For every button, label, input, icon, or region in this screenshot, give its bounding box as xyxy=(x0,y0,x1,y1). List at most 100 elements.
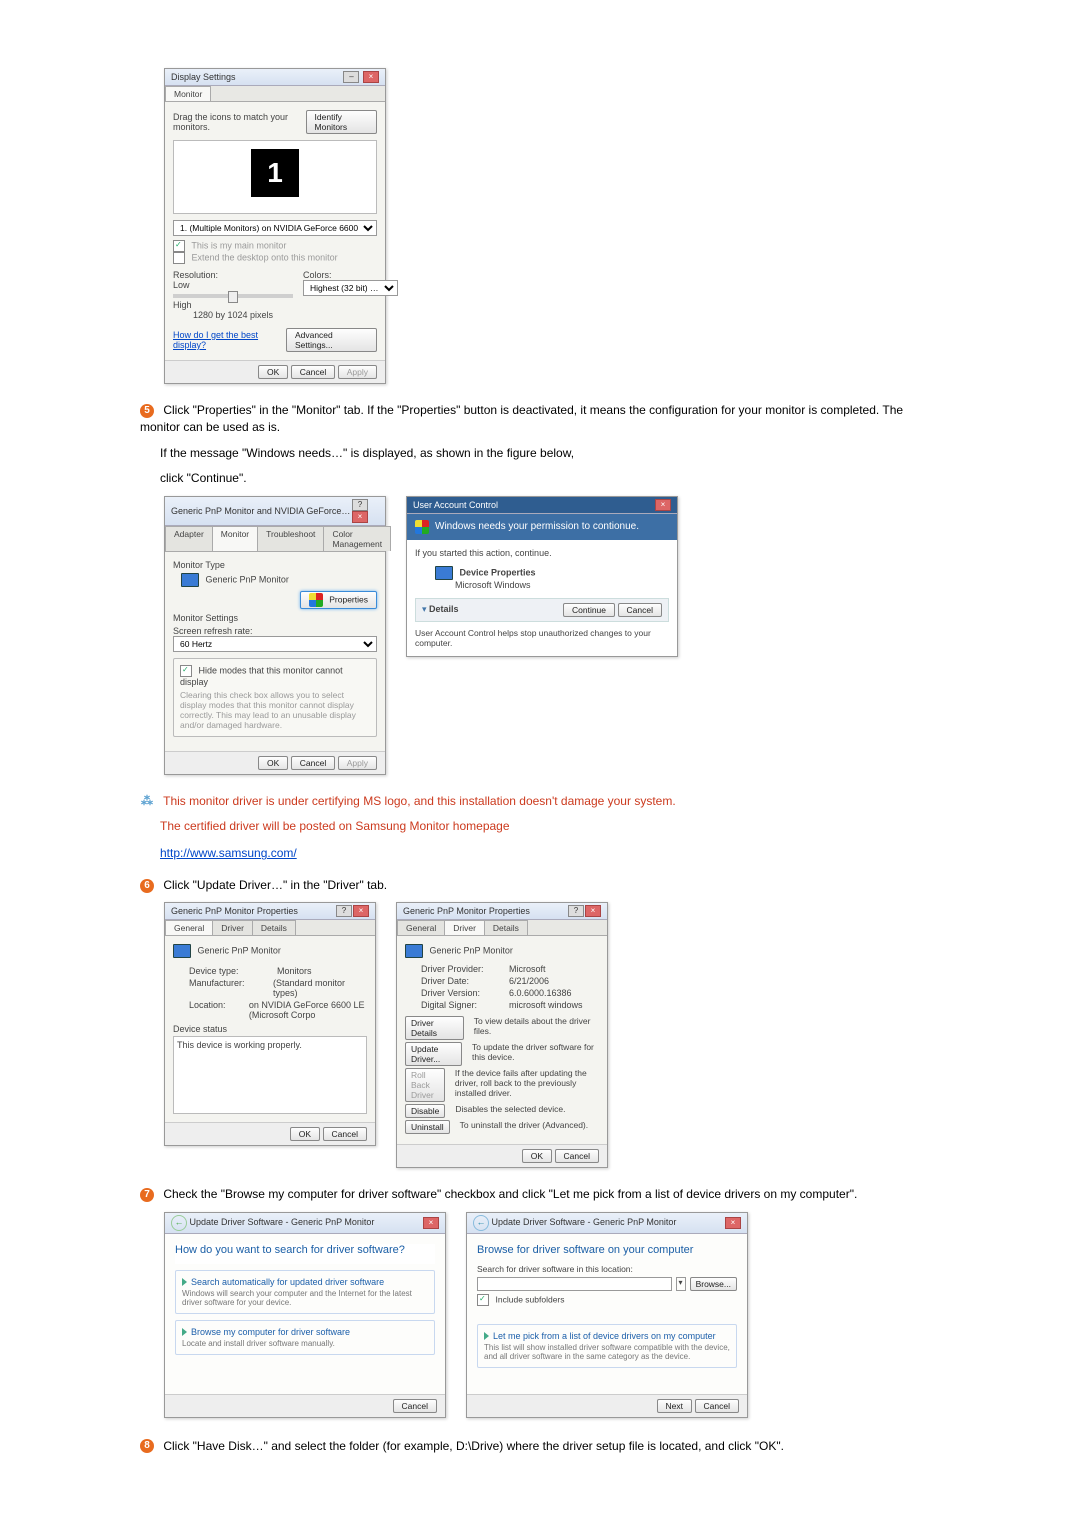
update-driver-desc: To update the driver software for this d… xyxy=(472,1042,599,1066)
close-icon[interactable]: × xyxy=(363,71,379,83)
step-6-bullet: 6 xyxy=(140,879,154,893)
advanced-settings-button[interactable]: Advanced Settings... xyxy=(286,328,377,352)
breadcrumb: Update Driver Software - Generic PnP Mon… xyxy=(492,1217,677,1227)
back-icon[interactable]: ← xyxy=(171,1215,187,1231)
cancel-button[interactable]: Cancel xyxy=(393,1399,437,1413)
ok-button[interactable]: OK xyxy=(522,1149,552,1163)
tab-adapter[interactable]: Adapter xyxy=(165,526,213,551)
chevron-down-icon[interactable]: ▾ xyxy=(422,604,429,614)
tab-driver[interactable]: Driver xyxy=(444,920,485,935)
uac-details-toggle[interactable]: Details xyxy=(429,604,459,614)
samsung-link[interactable]: http://www.samsung.com/ xyxy=(160,846,297,860)
tab-troubleshoot[interactable]: Troubleshoot xyxy=(257,526,324,551)
driver-date-value: 6/21/2006 xyxy=(509,976,549,986)
note-line-2: The certified driver will be posted on S… xyxy=(160,818,940,835)
cancel-button[interactable]: Cancel xyxy=(291,365,335,379)
colors-select[interactable]: Highest (32 bit) … xyxy=(303,280,398,296)
cancel-button[interactable]: Cancel xyxy=(555,1149,599,1163)
tab-details[interactable]: Details xyxy=(484,920,528,935)
driver-version-value: 6.0.6000.16386 xyxy=(509,988,572,998)
continue-button[interactable]: Continue xyxy=(563,603,615,617)
driver-path-input[interactable] xyxy=(477,1277,672,1291)
minimize-icon[interactable]: – xyxy=(343,71,359,83)
uac-item-publisher: Microsoft Windows xyxy=(455,580,531,590)
display-device-select[interactable]: 1. (Multiple Monitors) on NVIDIA GeForce… xyxy=(173,220,377,236)
hide-modes-label: Hide modes that this monitor cannot disp… xyxy=(180,665,343,687)
cancel-button[interactable]: Cancel xyxy=(618,603,662,617)
slider-high: High xyxy=(173,300,192,310)
tab-general[interactable]: General xyxy=(397,920,445,935)
tab-monitor[interactable]: Monitor xyxy=(212,526,258,551)
help-icon[interactable]: ? xyxy=(352,499,368,511)
update-driver-button[interactable]: Update Driver... xyxy=(405,1042,462,1066)
monitor-preview-1[interactable]: 1 xyxy=(251,149,299,197)
back-icon[interactable]: ← xyxy=(473,1215,489,1231)
tab-general[interactable]: General xyxy=(165,920,213,935)
include-subfolders-checkbox[interactable] xyxy=(477,1294,489,1306)
close-icon[interactable]: × xyxy=(352,511,368,523)
window-title: Generic PnP Monitor Properties xyxy=(403,906,530,916)
browse-button[interactable]: Browse... xyxy=(690,1277,737,1291)
colors-label: Colors: xyxy=(303,270,398,280)
step-5: 5 Click "Properties" in the "Monitor" ta… xyxy=(140,402,940,437)
uninstall-button[interactable]: Uninstall xyxy=(405,1120,450,1134)
location-value: on NVIDIA GeForce 6600 LE (Microsoft Cor… xyxy=(249,1000,367,1020)
step-5-bullet: 5 xyxy=(140,404,154,418)
close-icon[interactable]: × xyxy=(423,1217,439,1229)
disable-button[interactable]: Disable xyxy=(405,1104,445,1118)
help-icon[interactable]: ? xyxy=(568,905,584,917)
close-icon[interactable]: × xyxy=(585,905,601,917)
properties-button[interactable]: Properties xyxy=(300,591,377,609)
best-display-link[interactable]: How do I get the best display? xyxy=(173,330,286,350)
tab-details[interactable]: Details xyxy=(252,920,296,935)
option-auto-search[interactable]: Search automatically for updated driver … xyxy=(175,1270,435,1314)
disable-desc: Disables the selected device. xyxy=(455,1104,565,1118)
cancel-button[interactable]: Cancel xyxy=(323,1127,367,1141)
uac-ifstarted: If you started this action, continue. xyxy=(415,548,669,558)
cancel-button[interactable]: Cancel xyxy=(695,1399,739,1413)
step-7-figures: ← Update Driver Software - Generic PnP M… xyxy=(164,1212,940,1418)
update-driver-wizard-2: ← Update Driver Software - Generic PnP M… xyxy=(466,1212,748,1418)
option-browse-computer[interactable]: Browse my computer for driver software L… xyxy=(175,1320,435,1355)
resolution-label: Resolution: xyxy=(173,270,293,280)
resolution-slider[interactable] xyxy=(173,294,293,298)
option-pick-from-list[interactable]: Let me pick from a list of device driver… xyxy=(477,1324,737,1368)
hide-modes-desc: Clearing this check box allows you to se… xyxy=(180,690,370,730)
tab-driver[interactable]: Driver xyxy=(212,920,253,935)
slider-low: Low xyxy=(173,280,190,290)
window-title: User Account Control xyxy=(413,500,498,510)
device-icon xyxy=(435,566,453,580)
uac-headline: Windows needs your permission to contion… xyxy=(435,521,639,532)
driver-details-button[interactable]: Driver Details xyxy=(405,1016,464,1040)
close-icon[interactable]: × xyxy=(353,905,369,917)
step-5-text-3: click "Continue". xyxy=(160,470,940,487)
close-icon[interactable]: × xyxy=(725,1217,741,1229)
step-8: 8 Click "Have Disk…" and select the fold… xyxy=(140,1438,940,1455)
uac-footer: User Account Control helps stop unauthor… xyxy=(415,628,669,648)
close-icon[interactable]: × xyxy=(655,499,671,511)
monitor-icon xyxy=(173,944,191,958)
refresh-rate-select[interactable]: 60 Hertz xyxy=(173,636,377,652)
hide-modes-checkbox[interactable] xyxy=(180,665,192,677)
driver-details-desc: To view details about the driver files. xyxy=(474,1016,599,1040)
step-5-figures: Generic PnP Monitor and NVIDIA GeForce 6… xyxy=(164,496,940,775)
path-dropdown-icon[interactable]: ▾ xyxy=(676,1277,686,1291)
tab-color-management[interactable]: Color Management xyxy=(323,526,391,551)
ok-button[interactable]: OK xyxy=(290,1127,320,1141)
ok-button[interactable]: OK xyxy=(258,365,288,379)
step-7: 7 Check the "Browse my computer for driv… xyxy=(140,1186,940,1203)
identify-monitors-button[interactable]: Identify Monitors xyxy=(306,110,377,134)
shield-icon xyxy=(415,520,429,534)
ok-button[interactable]: OK xyxy=(258,756,288,770)
arrow-icon xyxy=(182,1328,187,1336)
arrow-icon xyxy=(182,1278,187,1286)
tab-monitor[interactable]: Monitor xyxy=(165,86,211,101)
help-icon[interactable]: ? xyxy=(336,905,352,917)
next-button[interactable]: Next xyxy=(657,1399,692,1413)
digital-signer-value: microsoft windows xyxy=(509,1000,583,1010)
cancel-button[interactable]: Cancel xyxy=(291,756,335,770)
main-monitor-label: This is my main monitor xyxy=(191,240,286,250)
arrow-icon xyxy=(484,1332,489,1340)
driver-date-label: Driver Date: xyxy=(421,976,499,986)
include-subfolders-label: Include subfolders xyxy=(496,1294,565,1304)
